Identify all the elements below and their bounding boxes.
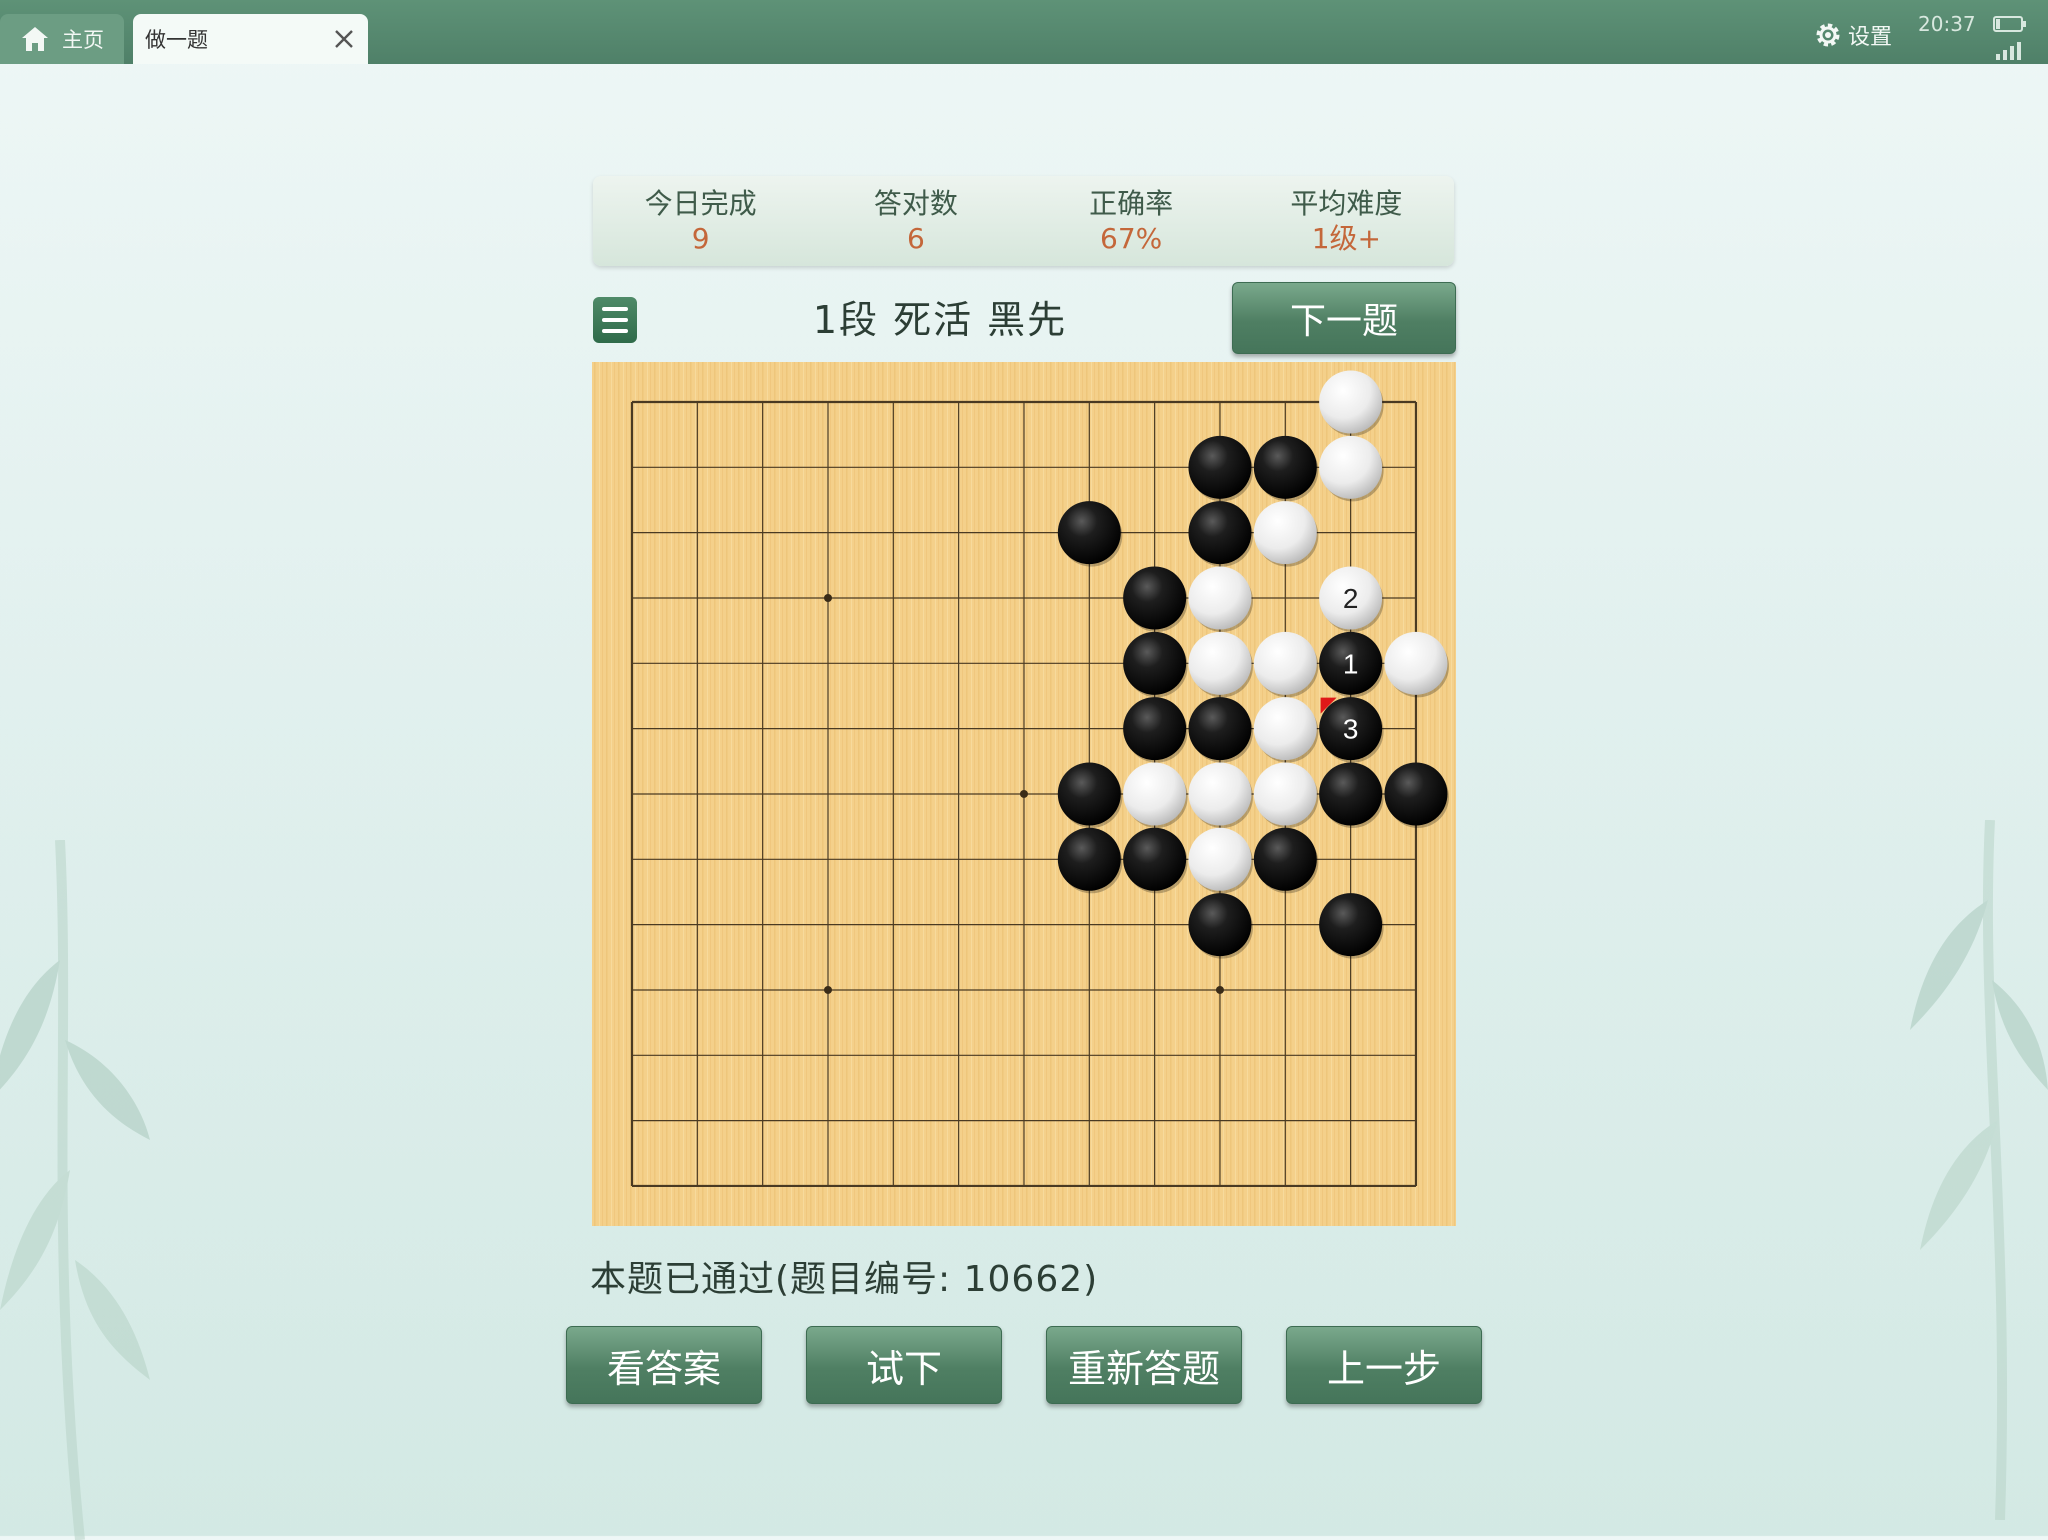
menu-button[interactable] — [593, 297, 637, 343]
tab-problem-label: 做一题 — [145, 28, 208, 52]
bamboo-decoration — [0, 840, 150, 1540]
stat-today-done: 今日完成 9 — [593, 176, 808, 266]
go-board[interactable]: 2 1 3 — [592, 362, 1456, 1226]
stat-accuracy: 正确率 67% — [1024, 176, 1239, 266]
star-point — [823, 593, 832, 602]
next-problem-button[interactable]: 下一题 — [1232, 282, 1456, 354]
stat-label: 今日完成 — [644, 187, 757, 220]
stat-label: 答对数 — [873, 187, 958, 220]
problem-title: 1段 死活 黑先 — [812, 298, 1068, 342]
stat-value: 1级+ — [1311, 222, 1382, 255]
menu-icon-bar — [602, 307, 628, 311]
stat-value: 6 — [906, 222, 925, 255]
stat-value: 67% — [1100, 222, 1163, 255]
undo-button[interactable]: 上一步 — [1286, 1326, 1482, 1404]
tab-problem[interactable]: 做一题 — [133, 14, 368, 64]
try-button[interactable]: 试下 — [806, 1326, 1002, 1404]
close-icon[interactable] — [332, 27, 356, 51]
restart-button[interactable]: 重新答题 — [1046, 1326, 1242, 1404]
stat-label: 平均难度 — [1290, 187, 1403, 220]
stat-value: 9 — [691, 222, 710, 255]
result-status: 本题已通过(题目编号: 10662) — [590, 1259, 1099, 1300]
clock: 20:37 — [1918, 12, 1976, 36]
stat-correct-count: 答对数 6 — [808, 176, 1023, 266]
battery-icon — [1993, 16, 2026, 32]
menu-icon-bar — [602, 318, 628, 322]
home-icon — [22, 27, 48, 51]
move-number: 3 — [1343, 714, 1359, 745]
top-bar: 主页 做一题 设置 20:37 — [0, 0, 2048, 64]
tab-home[interactable]: 主页 — [0, 14, 124, 64]
tab-home-label: 主页 — [62, 28, 104, 52]
bamboo-decoration — [1910, 820, 2048, 1520]
settings-label: 设置 — [1848, 25, 1893, 50]
move-number: 1 — [1343, 648, 1359, 679]
go-board-canvas[interactable]: 2 1 3 — [592, 362, 1456, 1226]
star-point — [1215, 985, 1224, 994]
menu-icon-bar — [602, 329, 628, 333]
stat-label: 正确率 — [1089, 187, 1174, 220]
gear-icon — [1816, 23, 1840, 47]
star-point — [1019, 789, 1028, 798]
stat-avg-difficulty: 平均难度 1级+ — [1239, 176, 1454, 266]
move-number: 2 — [1343, 583, 1359, 614]
settings-button[interactable]: 设置 — [1814, 19, 1892, 51]
signal-icon — [1996, 42, 2021, 60]
stats-panel: 今日完成 9 答对数 6 正确率 67% 平均难度 1级+ — [593, 176, 1454, 266]
star-point — [823, 985, 832, 994]
show-answer-button[interactable]: 看答案 — [566, 1326, 762, 1404]
